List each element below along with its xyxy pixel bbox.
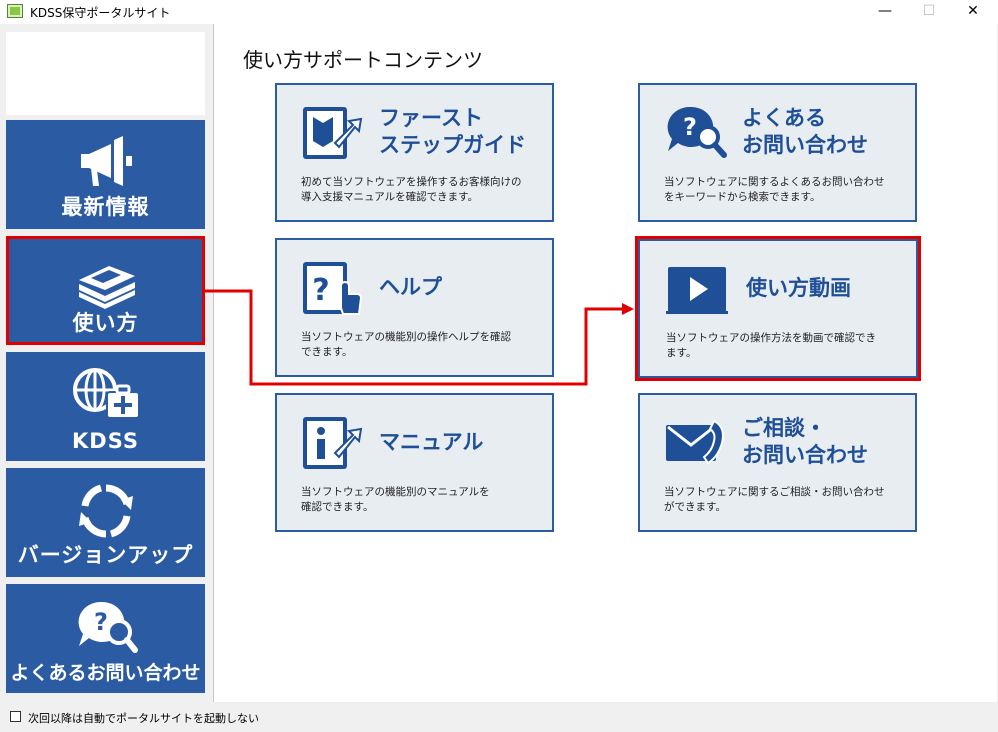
card-faq[interactable]: ? よくある お問い合わせ 当ソフトウェアに関するよくあるお問い合わせ をキーワ…	[638, 83, 917, 222]
sidebar-item-usage[interactable]: 使い方	[6, 236, 205, 345]
minimize-button[interactable]: —	[862, 0, 908, 24]
card-desc-line: ます。	[666, 347, 697, 359]
card-help[interactable]: ? ヘルプ 当ソフトウェアの機能別の操作ヘルプを確認 できます。	[275, 238, 554, 377]
card-title: ご相談・ お問い合わせ	[742, 415, 868, 469]
card-description: 当ソフトウェアの機能別のマニュアルを 確認できます。	[301, 485, 490, 515]
card-title-line: マニュアル	[379, 430, 484, 454]
sidebar-item-kdss[interactable]: KDSS	[6, 352, 205, 461]
card-title-line: ヘルプ	[379, 275, 442, 299]
logo-area	[6, 32, 205, 115]
title-bar: KDSS保守ポータルサイト — ☐ ✕	[0, 0, 998, 24]
card-title: よくある お問い合わせ	[742, 105, 868, 159]
card-desc-line: 当ソフトウェアの機能別の操作ヘルプを確認	[301, 331, 511, 343]
auto-launch-checkbox[interactable]	[10, 711, 21, 722]
main-panel: 使い方サポートコンテンツ ファースト ステップガイド 初めて当ソフトウェアを操作…	[213, 24, 997, 702]
card-desc-line: できます。	[301, 346, 353, 358]
book-stack-icon	[78, 266, 135, 309]
refresh-icon	[78, 484, 133, 538]
page-title: 使い方サポートコンテンツ	[243, 48, 483, 72]
card-desc-line: 初めて当ソフトウェアを操作するお客様向けの	[301, 176, 522, 188]
info-book-icon	[303, 417, 363, 469]
sidebar-item-label: 最新情報	[61, 195, 150, 219]
sidebar-item-version-up[interactable]: バージョンアップ	[6, 468, 205, 577]
card-title: マニュアル	[379, 429, 483, 456]
card-desc-line: 当ソフトウェアの機能別のマニュアルを	[301, 486, 490, 498]
faq-search-icon: ?	[667, 106, 727, 158]
card-title: 使い方動画	[746, 275, 851, 302]
card-desc-line: 導入支援マニュアルを確認できます。	[301, 191, 479, 203]
card-description: 初めて当ソフトウェアを操作するお客様向けの 導入支援マニュアルを確認できます。	[301, 175, 522, 205]
close-button[interactable]: ✕	[950, 0, 996, 24]
card-desc-line: 当ソフトウェアに関するご相談・お問い合わせ	[664, 486, 885, 498]
svg-text:?: ?	[683, 113, 697, 141]
card-title-line: ステップガイド	[379, 133, 526, 157]
megaphone-icon	[80, 136, 132, 186]
mail-phone-icon	[666, 419, 724, 465]
card-desc-line: をキーワードから検索できます。	[664, 191, 821, 203]
svg-text:?: ?	[312, 273, 329, 308]
card-desc-line: 確認できます。	[301, 501, 374, 513]
card-manual[interactable]: マニュアル 当ソフトウェアの機能別のマニュアルを 確認できます。	[275, 393, 554, 532]
help-book-icon: ?	[303, 262, 363, 315]
globe-medical-icon	[72, 368, 140, 419]
app-icon	[7, 4, 23, 18]
card-title: ファースト ステップガイド	[379, 105, 526, 159]
sidebar-item-label: バージョンアップ	[17, 543, 194, 567]
sidebar-item-label: KDSS	[71, 429, 139, 453]
card-description: 当ソフトウェアの操作方法を動画で確認でき ます。	[666, 331, 876, 361]
guide-book-icon	[303, 107, 363, 159]
card-desc-line: ができます。	[664, 501, 726, 513]
card-video[interactable]: 使い方動画 当ソフトウェアの操作方法を動画で確認でき ます。	[635, 236, 921, 381]
card-title-line: ファースト	[379, 106, 483, 130]
card-title-line: ご相談・	[742, 416, 826, 440]
window-title: KDSS保守ポータルサイト	[30, 6, 171, 20]
card-consultation[interactable]: ご相談・ お問い合わせ 当ソフトウェアに関するご相談・お問い合わせ ができます。	[638, 393, 917, 532]
card-desc-line: 当ソフトウェアに関するよくあるお問い合わせ	[664, 176, 885, 188]
card-first-step-guide[interactable]: ファースト ステップガイド 初めて当ソフトウェアを操作するお客様向けの 導入支援…	[275, 83, 554, 222]
card-description: 当ソフトウェアの機能別の操作ヘルプを確認 できます。	[301, 330, 511, 360]
svg-text:?: ?	[94, 608, 108, 636]
video-play-icon	[666, 267, 728, 314]
card-description: 当ソフトウェアに関するよくあるお問い合わせ をキーワードから検索できます。	[664, 175, 885, 205]
auto-launch-checkbox-label[interactable]: 次回以降は自動でポータルサイトを起動しない	[28, 710, 259, 726]
footer-bar: 次回以降は自動でポータルサイトを起動しない	[0, 702, 998, 732]
sidebar-item-label: よくあるお問い合わせ	[10, 662, 201, 684]
maximize-button[interactable]: ☐	[906, 0, 952, 24]
sidebar-item-faq[interactable]: ? よくあるお問い合わせ	[6, 584, 205, 693]
card-desc-line: 当ソフトウェアの操作方法を動画で確認でき	[666, 332, 876, 344]
card-title-line: お問い合わせ	[742, 443, 868, 467]
card-title-line: お問い合わせ	[742, 133, 868, 157]
faq-search-icon: ?	[78, 601, 138, 653]
sidebar-item-news[interactable]: 最新情報	[6, 120, 205, 229]
card-description: 当ソフトウェアに関するご相談・お問い合わせ ができます。	[664, 485, 885, 515]
card-title-line: よくある	[742, 106, 826, 130]
card-title: ヘルプ	[379, 274, 442, 301]
card-title-line: 使い方動画	[746, 276, 851, 300]
sidebar: 最新情報 使い方 KDSS バージョンアップ ? よくあるお問い合わせ	[0, 24, 213, 702]
sidebar-item-label: 使い方	[72, 311, 139, 335]
